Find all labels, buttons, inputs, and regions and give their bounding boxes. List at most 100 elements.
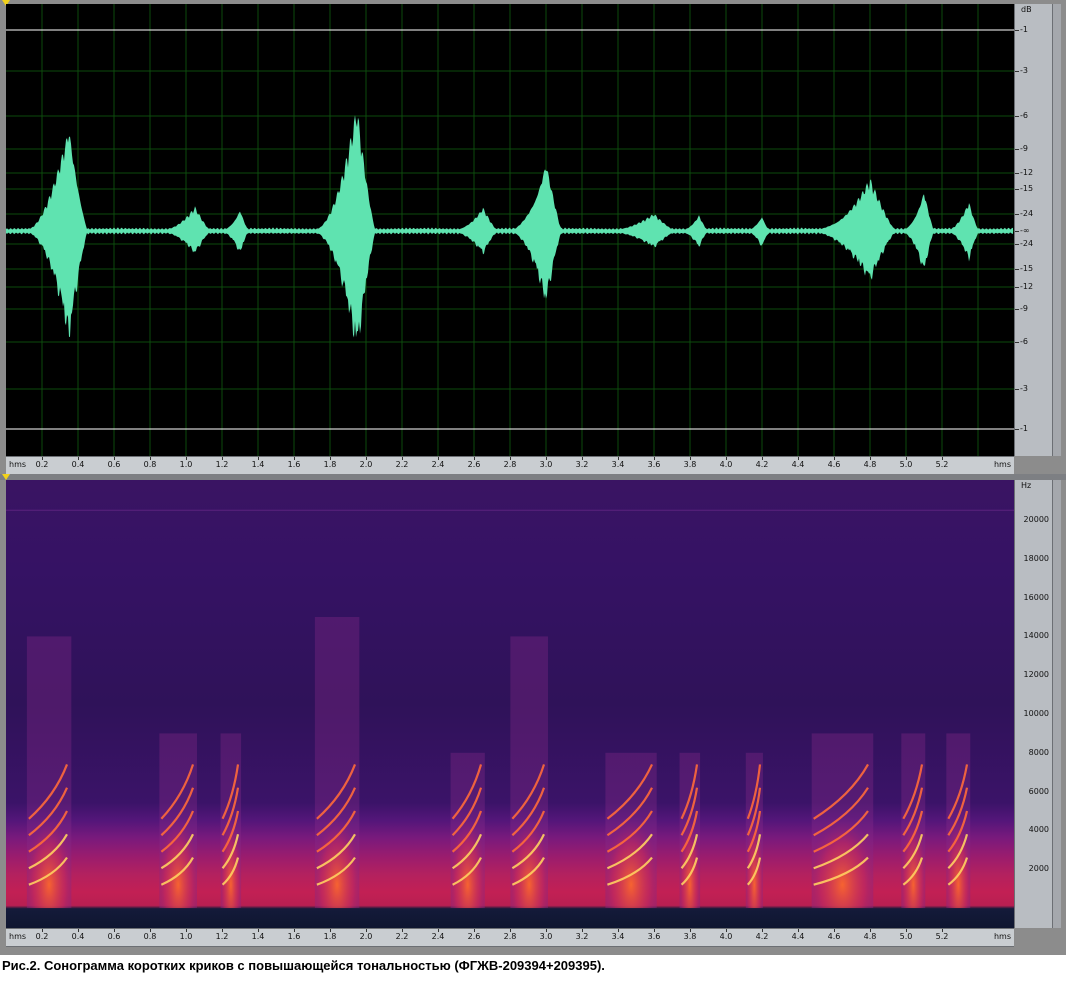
time-tick-label: 1.8 bbox=[323, 932, 337, 941]
db-tick bbox=[1015, 287, 1019, 288]
hz-tick-label: 10000 bbox=[1023, 709, 1049, 718]
db-tick-label: -1 bbox=[1020, 25, 1028, 34]
call-energy bbox=[605, 791, 657, 908]
time-unit-left: hms bbox=[9, 460, 27, 469]
db-tick-label: -6 bbox=[1020, 337, 1028, 346]
time-tick-label: 4.4 bbox=[791, 460, 805, 469]
time-tick-label: 0.8 bbox=[143, 932, 157, 941]
time-tick bbox=[798, 457, 799, 460]
time-tick bbox=[690, 929, 691, 932]
time-tick bbox=[906, 457, 907, 460]
time-tick bbox=[78, 929, 79, 932]
db-tick bbox=[1015, 269, 1019, 270]
time-tick bbox=[150, 457, 151, 460]
time-tick-label: 3.0 bbox=[539, 932, 553, 941]
db-tick bbox=[1015, 342, 1019, 343]
spectrogram-vertical-scrollbar[interactable] bbox=[1052, 480, 1061, 928]
time-tick bbox=[114, 457, 115, 460]
time-tick bbox=[222, 457, 223, 460]
time-tick-label: 5.0 bbox=[899, 932, 913, 941]
time-tick-label: 4.0 bbox=[719, 932, 733, 941]
time-tick bbox=[942, 457, 943, 460]
time-tick bbox=[870, 929, 871, 932]
time-tick-label: 0.6 bbox=[107, 932, 121, 941]
db-tick bbox=[1015, 244, 1019, 245]
time-tick-label: 4.0 bbox=[719, 460, 733, 469]
time-tick-label: 2.0 bbox=[359, 460, 373, 469]
time-tick bbox=[186, 457, 187, 460]
time-tick bbox=[546, 929, 547, 932]
db-tick bbox=[1015, 309, 1019, 310]
db-tick-label: -9 bbox=[1020, 144, 1028, 153]
spectrogram-view[interactable] bbox=[6, 480, 1014, 928]
time-tick-label: 3.6 bbox=[647, 460, 661, 469]
time-tick-label: 2.8 bbox=[503, 460, 517, 469]
time-tick bbox=[870, 457, 871, 460]
time-tick-label: 2.2 bbox=[395, 932, 409, 941]
figure-caption: Рис.2. Сонограмма коротких криков с повы… bbox=[2, 958, 605, 973]
db-tick-label: -1 bbox=[1020, 424, 1028, 433]
time-tick bbox=[222, 929, 223, 932]
db-tick bbox=[1015, 173, 1019, 174]
time-tick-label: 4.8 bbox=[863, 932, 877, 941]
time-tick bbox=[834, 929, 835, 932]
time-tick bbox=[726, 929, 727, 932]
time-tick-label: 1.0 bbox=[179, 932, 193, 941]
time-tick-label: 2.0 bbox=[359, 932, 373, 941]
spectrogram-time-ruler[interactable]: hms hms 0.2 0.4 0.6 0.8 1.0 1.2 1.4 1.6 1.8 2.0 2.… bbox=[6, 928, 1014, 947]
waveform-time-ruler[interactable]: hms hms 0.2 0.4 0.6 0.8 1.0 1.2 1.4 1.6 1.8 2.0 2.… bbox=[6, 456, 1014, 475]
time-tick bbox=[654, 929, 655, 932]
db-tick bbox=[1015, 429, 1019, 430]
db-tick bbox=[1015, 116, 1019, 117]
waveform-vertical-scrollbar[interactable] bbox=[1052, 4, 1061, 456]
db-unit-label: dB bbox=[1021, 5, 1032, 14]
waveform-view[interactable] bbox=[6, 4, 1014, 456]
time-tick bbox=[42, 929, 43, 932]
time-tick bbox=[114, 929, 115, 932]
waveform-canvas bbox=[6, 4, 1014, 456]
time-tick bbox=[582, 929, 583, 932]
db-tick-label: -∞ bbox=[1020, 226, 1030, 235]
db-tick-label: -9 bbox=[1020, 304, 1028, 313]
time-tick bbox=[330, 457, 331, 460]
time-tick bbox=[258, 929, 259, 932]
time-tick bbox=[906, 929, 907, 932]
time-tick bbox=[258, 457, 259, 460]
hz-tick-label: 18000 bbox=[1023, 553, 1049, 563]
time-tick-label: 2.6 bbox=[467, 460, 481, 469]
hz-tick-label: 20000 bbox=[1023, 515, 1049, 524]
time-tick bbox=[474, 457, 475, 460]
time-tick-label: 3.4 bbox=[611, 460, 625, 469]
hz-tick-label: 8000 bbox=[1028, 747, 1049, 757]
time-tick-label: 3.2 bbox=[575, 460, 589, 469]
time-tick bbox=[150, 929, 151, 932]
db-tick-label: -3 bbox=[1020, 384, 1028, 393]
db-tick bbox=[1015, 149, 1019, 150]
time-tick bbox=[474, 929, 475, 932]
hz-tick-label: 16000 bbox=[1023, 592, 1049, 602]
db-tick-label: -24 bbox=[1020, 209, 1034, 218]
time-tick-label: 5.2 bbox=[935, 932, 949, 941]
time-tick bbox=[582, 457, 583, 460]
time-tick-label: 4.6 bbox=[827, 460, 841, 469]
time-tick-label: 1.4 bbox=[251, 932, 265, 941]
time-tick bbox=[834, 457, 835, 460]
time-tick-label: 0.8 bbox=[143, 460, 157, 469]
time-tick bbox=[618, 457, 619, 460]
db-tick-label: -12 bbox=[1020, 168, 1034, 177]
time-tick-label: 1.6 bbox=[287, 460, 301, 469]
time-tick bbox=[942, 929, 943, 932]
time-tick-label: 0.2 bbox=[35, 932, 49, 941]
call-energy bbox=[811, 791, 874, 908]
time-tick bbox=[762, 929, 763, 932]
time-tick-label: 3.8 bbox=[683, 460, 697, 469]
time-tick bbox=[330, 929, 331, 932]
db-tick-label: -24 bbox=[1020, 239, 1034, 248]
time-tick-label: 4.4 bbox=[791, 932, 805, 941]
time-tick-label: 3.6 bbox=[647, 932, 661, 941]
hz-tick-label: 2000 bbox=[1028, 864, 1049, 874]
time-tick-label: 1.2 bbox=[215, 460, 229, 469]
db-tick bbox=[1015, 71, 1019, 72]
time-tick-label: 0.2 bbox=[35, 460, 49, 469]
time-tick bbox=[510, 457, 511, 460]
